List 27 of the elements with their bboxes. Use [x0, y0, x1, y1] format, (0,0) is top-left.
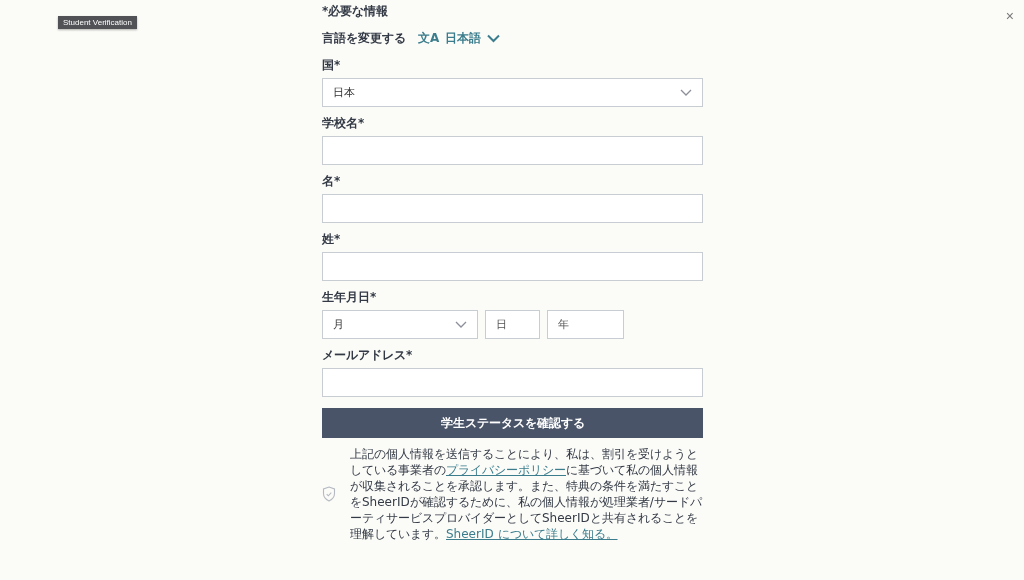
select-field[interactable]: 月 — [322, 310, 478, 339]
language-selector[interactable]: 文A 日本語 — [418, 30, 501, 47]
input-field[interactable] — [322, 136, 703, 165]
submit-button[interactable]: 学生ステータスを確認する — [322, 408, 703, 438]
tooltip: Student Verification — [58, 16, 137, 29]
chevron-down-icon — [680, 88, 692, 97]
language-label: 言語を変更する — [322, 30, 406, 47]
close-button[interactable]: × — [1005, 8, 1014, 24]
privacy-notice: 上記の個人情報を送信することにより、私は、割引を受けようとしている事業者のプライバシーポリシーに基づいて私の個人情報が収集されることを承認します。また、特典の条件を満たすことをSheerIDが確認するために、私の個人情報が処理業者/サードパーティサービスプロバイダーとしてSheerIDと共有されることを理解しています。SheerID について詳しく知る。 — [350, 446, 703, 542]
input-field[interactable] — [322, 194, 703, 223]
input-field[interactable] — [322, 368, 703, 397]
field-label: 学校名* — [322, 115, 366, 132]
chevron-down-icon — [487, 34, 501, 43]
field-label: 国* — [322, 57, 342, 74]
chevron-down-icon — [455, 320, 467, 329]
shield-check-icon — [322, 486, 336, 502]
field-label: メールアドレス* — [322, 347, 414, 364]
field-label: 生年月日* — [322, 289, 378, 306]
input-field[interactable]: 年 — [547, 310, 624, 339]
field-label: 名* — [322, 173, 342, 190]
select-field[interactable]: 日本 — [322, 78, 703, 107]
field-label: 姓* — [322, 231, 342, 248]
input-field[interactable]: 日 — [485, 310, 540, 339]
required-note: *必要な情報 — [322, 3, 390, 20]
privacy-link[interactable]: SheerID について詳しく知る。 — [446, 527, 618, 541]
input-field[interactable] — [322, 252, 703, 281]
privacy-link[interactable]: プライバシーポリシー — [446, 463, 566, 477]
